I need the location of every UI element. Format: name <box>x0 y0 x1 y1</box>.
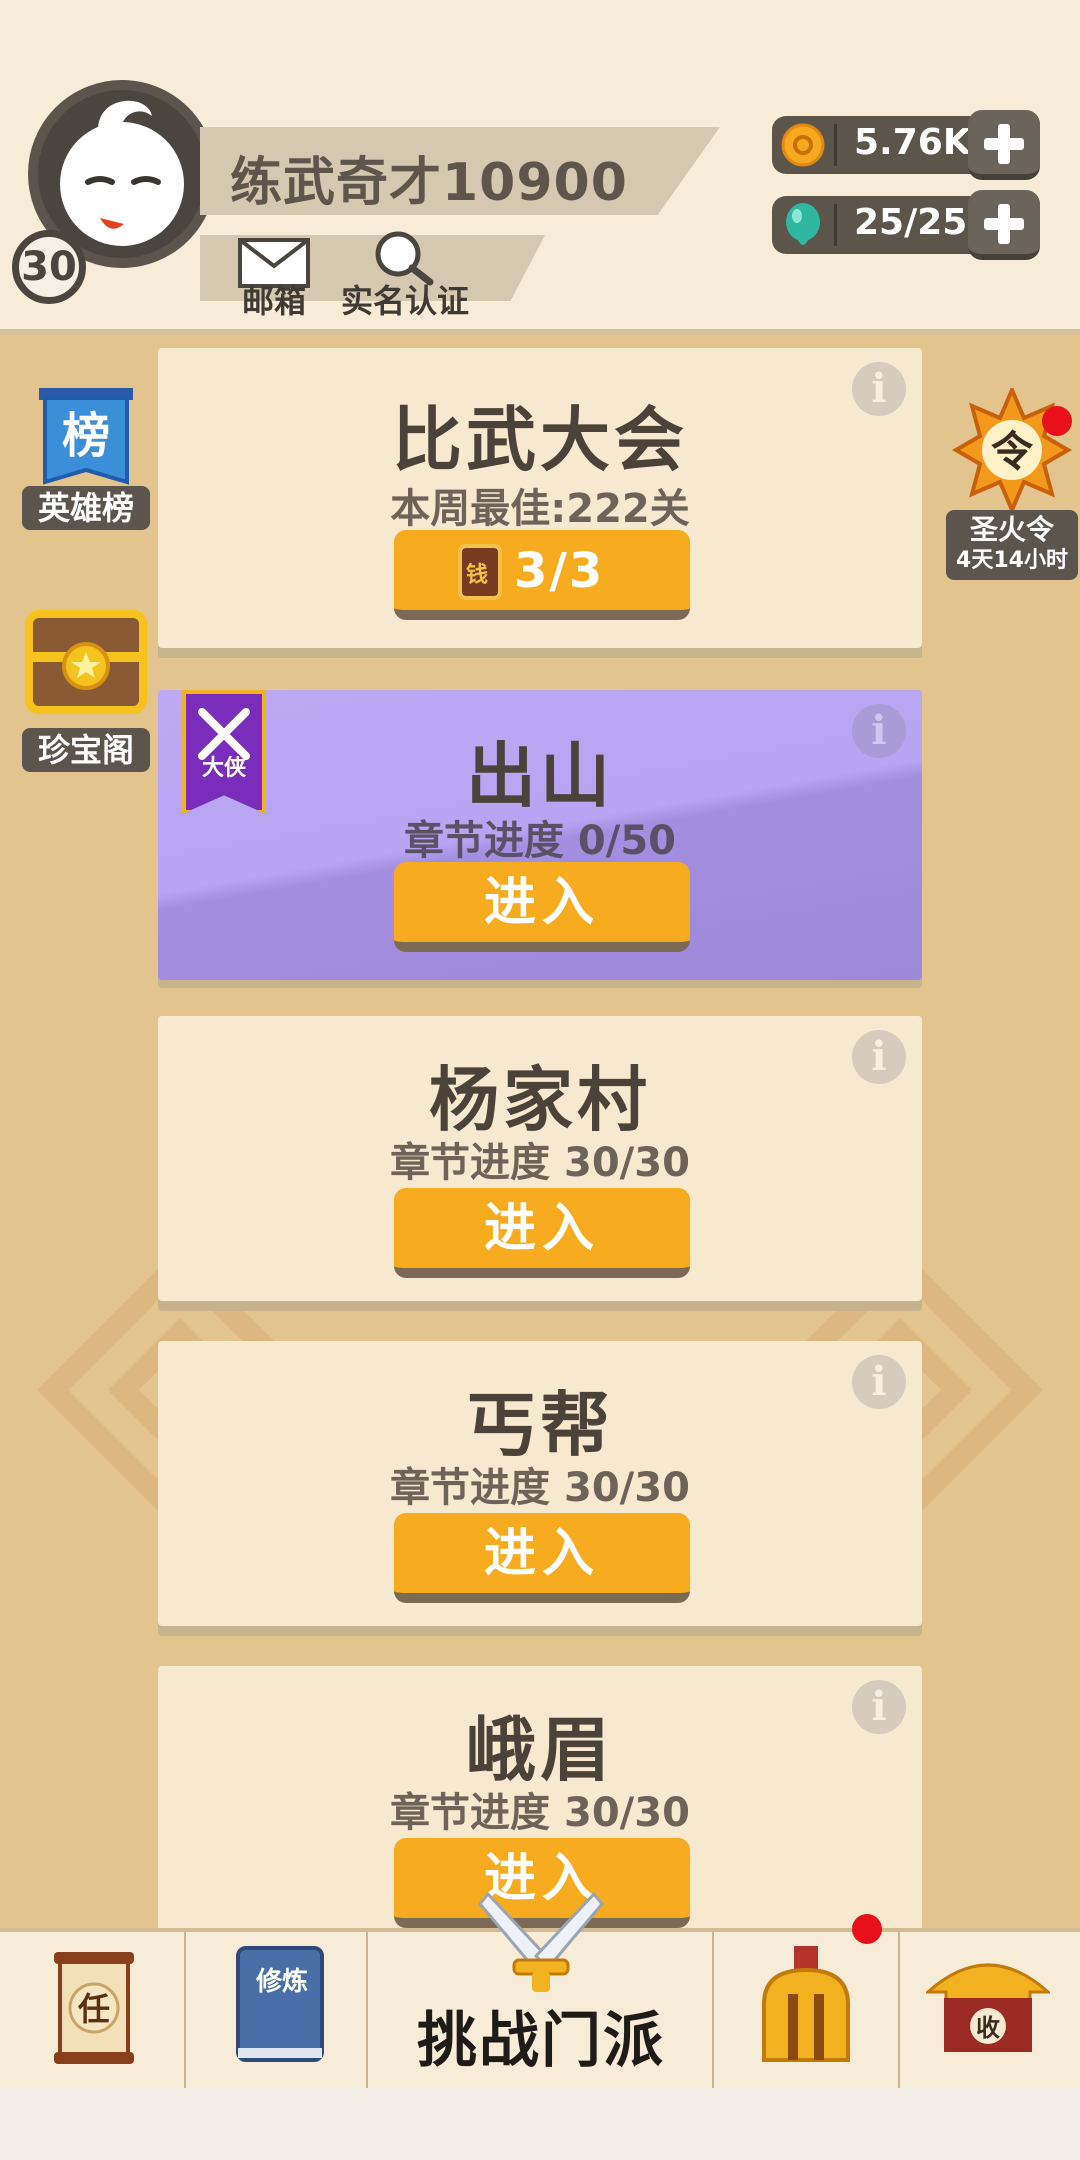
card-chushan: 大侠 i 出山 章节进度 0/50 进入 <box>158 690 922 980</box>
enter-button[interactable]: 进入 <box>394 862 690 952</box>
realname-button[interactable]: 实名认证 <box>334 228 476 322</box>
notification-dot <box>852 1914 882 1944</box>
ticket-count: 3/3 <box>514 543 605 599</box>
pavilion-icon-text: 收 <box>976 2014 1000 2042</box>
treasure-pavilion-button[interactable]: 珍宝阁 <box>22 604 150 776</box>
tournament-ticket-button[interactable]: 钱 3/3 <box>394 530 690 620</box>
bottom-nav: 任 修炼 挑战门派 收 <box>0 1891 1080 2088</box>
level-badge: 30 <box>12 230 86 304</box>
card-subtitle: 章节进度 30/30 <box>390 1790 690 1836</box>
nav-training[interactable]: 修炼 <box>186 1932 368 2088</box>
stamina-resource: 25/25 <box>772 190 1040 260</box>
hero-ranking-button[interactable]: 榜 英雄榜 <box>22 386 150 534</box>
fire-token-label: 圣火令 <box>969 513 1054 546</box>
pavilion-icon: 收 <box>926 1963 1050 2052</box>
card-gaibang: i 丐帮 章节进度 30/30 进入 <box>158 1341 922 1626</box>
card-yangjiacun: i 杨家村 章节进度 30/30 进入 <box>158 1016 922 1301</box>
nav-shop[interactable]: 收 <box>900 1932 1080 2088</box>
treasure-pavilion-label: 珍宝阁 <box>22 728 150 772</box>
banner-icon: 榜 <box>39 388 133 485</box>
enter-button[interactable]: 进入 <box>394 1188 690 1278</box>
card-subtitle: 本周最佳:222关 <box>390 486 690 532</box>
enter-button[interactable]: 进入 <box>394 1513 690 1603</box>
ticket-icon-text: 钱 <box>466 562 494 588</box>
fire-token-label-box: 圣火令 4天14小时 <box>946 510 1078 580</box>
book-icon: 修炼 <box>236 1946 324 2062</box>
nav-tasks[interactable]: 任 <box>0 1932 186 2088</box>
card-subtitle: 章节进度 30/30 <box>390 1465 690 1511</box>
fire-token-icon-text: 令 <box>991 427 1034 476</box>
treasure-chest-icon <box>25 610 147 714</box>
stamina-value: 25/25 <box>854 202 968 243</box>
footer-strip <box>0 2088 1080 2160</box>
hero-ranking-label: 英雄榜 <box>22 486 150 530</box>
coin-icon <box>781 123 825 167</box>
banner-icon-text: 榜 <box>62 408 110 464</box>
ticket-icon: 钱 <box>458 544 502 600</box>
nav-equipment[interactable] <box>714 1932 900 2088</box>
sacred-fire-token-button[interactable]: 令 圣火令 4天14小时 <box>946 388 1078 580</box>
realname-label: 实名认证 <box>340 282 469 320</box>
top-header: 30 练武奇才10900 邮箱 实名认证 5.76K 25/25 <box>0 0 1080 335</box>
book-icon-text: 修炼 <box>255 1966 308 1997</box>
card-title: 比武大会 <box>392 399 688 481</box>
fire-token-timer: 4天14小时 <box>956 548 1068 573</box>
card-subtitle: 章节进度 0/50 <box>403 818 677 864</box>
mailbox-label: 邮箱 <box>241 282 306 320</box>
card-subtitle: 章节进度 30/30 <box>390 1140 690 1186</box>
scroll-icon: 任 <box>54 1952 134 2064</box>
mailbox-button[interactable]: 邮箱 <box>232 232 316 322</box>
challenge-sect-label: 挑战门派 <box>417 2006 665 2076</box>
divider <box>834 204 837 246</box>
add-stamina-button[interactable] <box>968 190 1040 260</box>
coin-resource: 5.76K <box>772 110 1040 180</box>
divider <box>834 124 837 166</box>
player-name: 练武奇才10900 <box>230 153 628 213</box>
scroll-icon-text: 任 <box>78 1990 110 2028</box>
notification-dot <box>1042 406 1072 436</box>
add-coin-button[interactable] <box>968 110 1040 180</box>
card-title: 出山 <box>466 735 614 817</box>
card-tournament: i 比武大会 本周最佳:222关 钱 3/3 <box>158 348 922 648</box>
crossed-swords-icon <box>478 1891 604 1992</box>
helmet-icon <box>762 1946 850 2062</box>
coin-value: 5.76K <box>854 122 971 163</box>
teal-drop-icon <box>786 203 820 245</box>
